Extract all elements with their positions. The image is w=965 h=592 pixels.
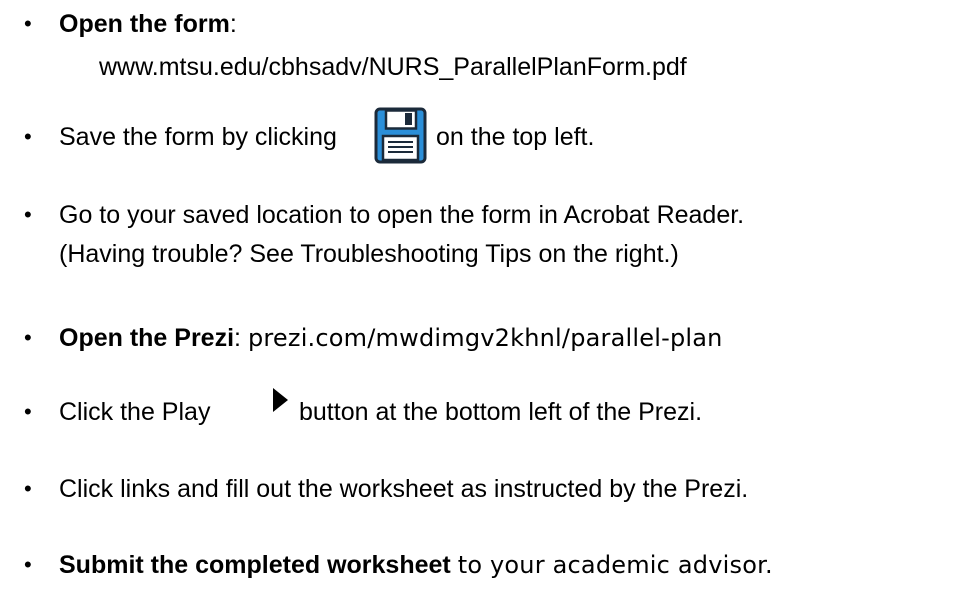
list-item-open-location-line1: Go to your saved location to open the fo… [59, 201, 745, 229]
list-item-fill-worksheet: Click links and fill out the worksheet a… [59, 475, 749, 503]
bullet: • [24, 325, 32, 350]
save-form-suffix: on the top left. [436, 123, 595, 151]
open-form-label: Open the form [59, 10, 230, 38]
list-item-open-location-line2: (Having trouble? See Troubleshooting Tip… [59, 240, 679, 268]
floppy-disk-save-icon [374, 107, 427, 164]
list-item-click-play: Click the Play [59, 398, 211, 426]
form-url-link[interactable]: www.mtsu.edu/cbhsadv/NURS_ParallelPlanFo… [99, 52, 687, 82]
click-play-suffix: button at the bottom left of the Prezi. [299, 398, 703, 426]
prezi-url-link[interactable]: prezi.com/mwdimgv2khnl/parallel-plan [248, 324, 723, 352]
submit-worksheet-label: Submit the completed worksheet [59, 551, 451, 579]
bullet: • [24, 11, 32, 36]
open-prezi-label: Open the Prezi [59, 324, 235, 352]
bullet: • [24, 124, 32, 149]
play-triangle-icon [273, 388, 288, 412]
list-item-open-form: Open the form: [59, 10, 237, 38]
bullet: • [24, 552, 32, 577]
bullet: • [24, 202, 32, 227]
bullet: • [24, 399, 32, 424]
list-item-submit-worksheet: Submit the completed worksheet to your a… [59, 551, 773, 579]
list-item-save-form: Save the form by clicking [59, 123, 337, 151]
instructions-page: { "items": [ {"bold": "Open the form", "… [0, 0, 965, 592]
list-item-open-prezi: Open the Prezi: prezi.com/mwdimgv2khnl/p… [59, 324, 723, 352]
bullet: • [24, 476, 32, 501]
